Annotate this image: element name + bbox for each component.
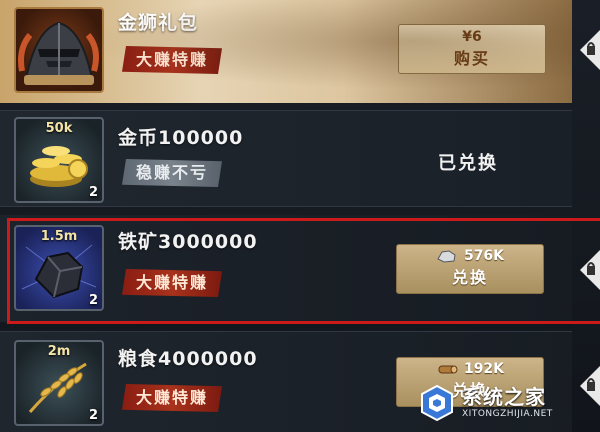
wood-log-icon: [438, 365, 458, 374]
shop-list: 金狮礼包 大赚特赚 ¥6 购买 50k 2 金币100000 稳赚不亏 已兑换: [0, 0, 600, 432]
watermark-url: XITONGZHIJIA.NET: [462, 409, 553, 419]
shop-item-gold-coins: 50k 2 金币100000 稳赚不亏 已兑换: [0, 110, 572, 207]
watermark-name: 系统之家: [462, 385, 546, 409]
exchange-button[interactable]: 576K 兑换: [396, 244, 544, 294]
promo-tag: 大赚特赚: [122, 384, 223, 412]
iron-ore-icon: [437, 250, 456, 263]
item-title: 铁矿3000000: [118, 231, 258, 253]
watermark-logo-icon: [421, 384, 453, 422]
buy-button[interactable]: ¥6 购买: [398, 24, 546, 74]
count-badge: 2: [88, 293, 98, 308]
site-watermark: 系统之家 XITONGZHIJIA.NET: [418, 380, 594, 426]
cost-label: 576K: [463, 248, 505, 264]
item-title: 金狮礼包: [118, 12, 199, 34]
item-title: 粮食4000000: [118, 348, 258, 370]
shop-item-gold-lion-pack: 金狮礼包 大赚特赚 ¥6 购买: [0, 0, 572, 103]
cost-label: 192K: [463, 361, 505, 377]
buy-label: 购买: [453, 49, 490, 68]
redeemed-status: 已兑换: [438, 153, 498, 174]
promo-tag: 稳赚不亏: [122, 159, 223, 187]
iron-ore-icon: 1.5m 2: [14, 225, 104, 311]
price-label: ¥6: [462, 29, 482, 45]
promo-tag: 大赚特赚: [122, 46, 223, 74]
lock-icon: [580, 30, 600, 70]
shop-item-iron-ore: 1.5m 2 铁矿3000000 大赚特赚 576K 兑换: [0, 215, 572, 322]
cost-display: 576K: [397, 248, 543, 264]
lock-icon: [580, 250, 600, 290]
promo-tag: 大赚特赚: [122, 269, 223, 297]
count-badge: 2: [88, 185, 98, 200]
wheat-icon: 2m 2: [14, 340, 104, 426]
item-title: 金币100000: [118, 127, 244, 149]
cost-display: 192K: [397, 361, 543, 377]
count-badge: 2: [88, 408, 98, 423]
gold-coins-icon: 50k 2: [14, 117, 104, 203]
exchange-label: 兑换: [451, 268, 488, 287]
helmet-icon: [14, 7, 104, 93]
